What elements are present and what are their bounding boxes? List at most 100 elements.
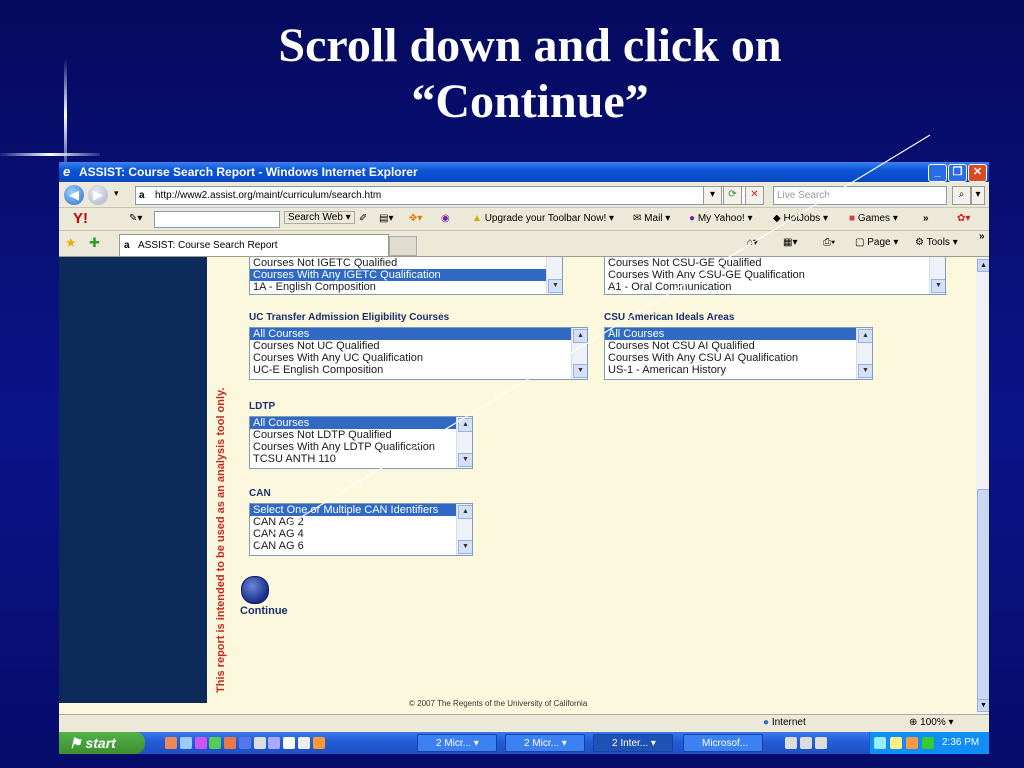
list-option[interactable]: Courses Not UC Qualified: [250, 340, 587, 352]
headset-icon[interactable]: ◉: [441, 213, 450, 224]
list-option-selected[interactable]: Select One or Multiple CAN Identifiers: [250, 504, 472, 516]
list-option-selected[interactable]: Courses With Any IGETC Qualification: [250, 269, 562, 281]
quicklaunch-app-icon[interactable]: [224, 737, 237, 749]
quicklaunch-app-icon[interactable]: [312, 737, 325, 749]
list-option[interactable]: UC-E English Composition: [250, 364, 587, 376]
mail-button[interactable]: ✉ Mail ▾: [633, 213, 670, 224]
list-option[interactable]: Courses Not LDTP Qualified: [250, 429, 472, 441]
scroll-down-arrow-icon[interactable]: ▼: [858, 364, 872, 378]
start-button[interactable]: ⚑ start: [59, 732, 145, 754]
quicklaunch-app-icon[interactable]: [209, 737, 222, 749]
list-option[interactable]: Courses Not IGETC Qualified: [250, 257, 562, 269]
shortcuts-icon[interactable]: ✥▾: [409, 213, 422, 224]
taskbar-item-active[interactable]: 2 Inter... ▾: [593, 734, 673, 752]
tray-app-icon[interactable]: [785, 737, 797, 749]
page-menu-button[interactable]: ▢ Page ▾: [855, 237, 898, 248]
list-option-selected[interactable]: All Courses: [250, 328, 587, 340]
scroll-down-arrow-icon[interactable]: ▼: [573, 364, 587, 378]
tray-network-icon[interactable]: [874, 737, 886, 749]
page-scroll-thumb[interactable]: [977, 489, 989, 701]
yahoo-search-input[interactable]: [154, 211, 280, 228]
my-yahoo-button[interactable]: ● My Yahoo! ▾: [689, 213, 753, 224]
list-option[interactable]: Courses With Any UC Qualification: [250, 352, 587, 364]
layout-icon[interactable]: ▤▾: [379, 213, 393, 224]
zoom-level[interactable]: ⊕ 100% ▾: [909, 717, 954, 728]
quicklaunch-app-icon[interactable]: [253, 737, 266, 749]
list-option[interactable]: 1A - English Composition: [250, 281, 562, 293]
add-favorites-icon[interactable]: ✚: [89, 235, 100, 251]
toolbar-more-button[interactable]: »: [923, 213, 929, 224]
quicklaunch-app-icon[interactable]: [194, 737, 207, 749]
back-button[interactable]: ◀: [64, 185, 84, 205]
listbox-scrollbar[interactable]: ▲ ▼: [571, 328, 587, 379]
address-input[interactable]: a http://www2.assist.org/maint/curriculum…: [135, 186, 747, 205]
search-options-dropdown[interactable]: ▾: [971, 186, 985, 205]
scroll-up-arrow-icon[interactable]: ▲: [458, 505, 472, 519]
scroll-down-arrow-icon[interactable]: ▼: [931, 279, 945, 293]
recent-pages-dropdown-icon[interactable]: ▾: [114, 188, 119, 199]
minimize-button[interactable]: _: [928, 164, 947, 182]
list-option[interactable]: US-1 - American History: [605, 364, 872, 376]
scroll-down-arrow-icon[interactable]: ▼: [458, 540, 472, 554]
search-web-button[interactable]: Search Web ▾: [284, 211, 355, 224]
tray-app-icon[interactable]: [799, 737, 812, 749]
scroll-down-arrow-icon[interactable]: ▼: [548, 279, 562, 293]
list-option[interactable]: Courses With Any LDTP Qualification: [250, 441, 472, 453]
commandbar-more-button[interactable]: »: [979, 231, 985, 242]
search-icon[interactable]: ⌕: [952, 186, 971, 205]
page-scroll-up-icon[interactable]: ▲: [977, 259, 989, 272]
list-option[interactable]: CAN AG 4: [250, 528, 472, 540]
games-button[interactable]: ■ Games ▾: [849, 213, 898, 224]
quicklaunch-app-icon[interactable]: [283, 737, 296, 749]
stop-icon[interactable]: ✕: [745, 186, 764, 205]
close-button[interactable]: ✕: [968, 164, 987, 182]
list-option[interactable]: Courses With Any CSU AI Qualification: [605, 352, 872, 364]
quicklaunch-app-icon[interactable]: [165, 737, 177, 749]
uc-transfer-listbox[interactable]: All Courses Courses Not UC Qualified Cou…: [249, 327, 588, 380]
quicklaunch-app-icon[interactable]: [298, 737, 311, 749]
list-option[interactable]: Courses Not CSU-GE Qualified: [605, 257, 945, 269]
address-dropdown-button[interactable]: ▾: [703, 186, 722, 205]
list-option[interactable]: Courses With Any CSU-GE Qualification: [605, 269, 945, 281]
quicklaunch-word-icon[interactable]: [238, 737, 251, 749]
taskbar-item[interactable]: 2 Micr... ▾: [417, 734, 497, 752]
scroll-up-arrow-icon[interactable]: ▲: [858, 329, 872, 343]
continue-link[interactable]: Continue: [240, 605, 288, 617]
tab-assist[interactable]: a ASSIST: Course Search Report: [119, 234, 389, 256]
highlight-icon[interactable]: ✐: [359, 213, 367, 224]
tray-mail-icon[interactable]: [890, 737, 902, 749]
ldtp-listbox[interactable]: All Courses Courses Not LDTP Qualified C…: [249, 416, 473, 469]
restore-button[interactable]: ❐: [948, 164, 967, 182]
yahoo-logo[interactable]: Y!: [73, 210, 88, 227]
taskbar-item[interactable]: Microsof...: [683, 734, 763, 752]
list-option[interactable]: Courses Not CSU AI Qualified: [605, 340, 872, 352]
favorites-star-icon[interactable]: ★: [65, 235, 77, 251]
list-option-selected[interactable]: All Courses: [250, 417, 472, 429]
pencil-icon[interactable]: ✎▾: [129, 213, 142, 224]
scroll-up-arrow-icon[interactable]: ▲: [573, 329, 587, 343]
can-listbox[interactable]: Select One or Multiple CAN Identifiers C…: [249, 503, 473, 556]
tray-app-icon[interactable]: [906, 737, 918, 749]
live-search-input[interactable]: Live Search: [773, 186, 947, 205]
forward-button[interactable]: ▶: [88, 185, 108, 205]
toolbar-settings-icon[interactable]: ✿▾: [957, 213, 970, 224]
window-titlebar[interactable]: e ASSIST: Course Search Report - Windows…: [59, 162, 989, 182]
upgrade-toolbar-button[interactable]: ▲ Upgrade your Toolbar Now! ▾: [472, 213, 614, 224]
scroll-down-arrow-icon[interactable]: ▼: [458, 453, 472, 467]
csu-ai-listbox[interactable]: All Courses Courses Not CSU AI Qualified…: [604, 327, 873, 380]
new-tab-button[interactable]: [389, 236, 417, 256]
listbox-scrollbar[interactable]: ▲ ▼: [456, 504, 472, 555]
listbox-scrollbar[interactable]: ▼: [929, 257, 945, 294]
quicklaunch-app-icon[interactable]: [268, 737, 281, 749]
tray-app-icon[interactable]: [922, 737, 934, 749]
hotjobs-button[interactable]: ◆ HotJobs ▾: [773, 213, 828, 224]
taskbar-item[interactable]: 2 Micr... ▾: [505, 734, 585, 752]
list-option[interactable]: CAN AG 6: [250, 540, 472, 552]
page-scrollbar[interactable]: ▲ ▼: [976, 257, 989, 714]
list-option[interactable]: TCSU ANTH 110: [250, 453, 472, 465]
listbox-scrollbar[interactable]: ▼: [546, 257, 562, 294]
igetc-listbox[interactable]: Courses Not IGETC Qualified Courses With…: [249, 257, 563, 295]
csu-ge-listbox[interactable]: Courses Not CSU-GE Qualified Courses Wit…: [604, 257, 946, 295]
feeds-icon[interactable]: ▦▾: [783, 237, 797, 248]
page-scroll-down-icon[interactable]: ▼: [977, 699, 989, 712]
